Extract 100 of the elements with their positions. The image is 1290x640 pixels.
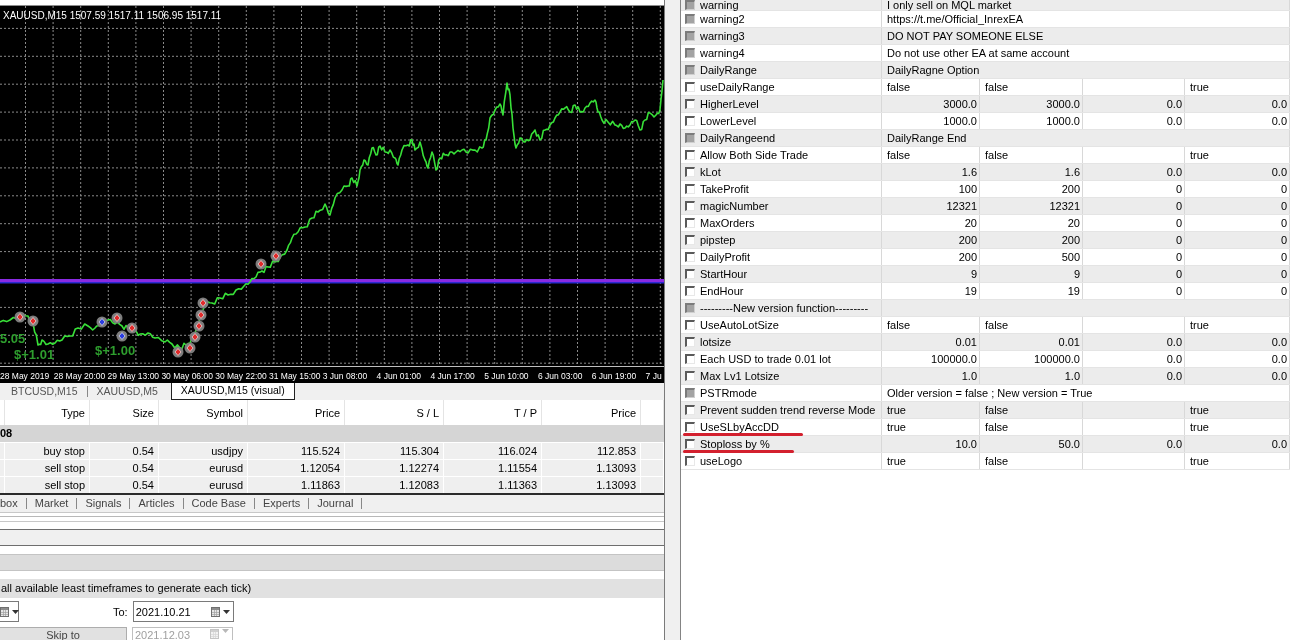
- parameter-name: useDailyRange: [700, 81, 775, 93]
- table-cell: 0: [1185, 215, 1290, 231]
- checkbox[interactable]: [685, 116, 695, 126]
- axis-label: 4 Jun 01:00: [376, 371, 421, 381]
- trade-marker-icon: [270, 250, 282, 262]
- parameter-name: Prevent sudden trend reverse Mode: [700, 404, 876, 416]
- trade-marker-icon: [111, 312, 123, 324]
- axis-label: 30 May 06:00: [161, 371, 213, 381]
- table-cell: 1.6: [882, 164, 980, 180]
- table-cell: 3000.0: [980, 96, 1083, 112]
- table-cell: 0.0: [1185, 334, 1290, 350]
- checkbox[interactable]: [685, 14, 695, 24]
- terminal-tab[interactable]: Code Base: [183, 495, 254, 512]
- table-cell: false: [980, 453, 1083, 469]
- checkbox[interactable]: [685, 371, 695, 381]
- checkbox[interactable]: [685, 167, 695, 177]
- parameter-name: Stoploss by %: [700, 438, 770, 450]
- terminal-tab[interactable]: Experts: [254, 495, 309, 512]
- checkbox[interactable]: [685, 48, 695, 58]
- table-cell: Older version = false ; New version = True: [882, 385, 1290, 401]
- table-cell: 200: [882, 232, 980, 248]
- model-dropdown[interactable]: all available least timeframes to generate each tick): [0, 579, 664, 598]
- caret-icon: [222, 609, 230, 614]
- checkbox[interactable]: [685, 235, 695, 245]
- parameter-name: useLogo: [700, 455, 743, 467]
- date-field[interactable]: [0, 601, 19, 622]
- table-cell: 1.0: [882, 368, 980, 384]
- checkbox[interactable]: [685, 303, 695, 313]
- table-cell: 0.01: [882, 334, 980, 350]
- table-cell: 3000.0: [882, 96, 980, 112]
- table-cell: DO NOT PAY SOMEONE ELSE: [882, 28, 1290, 44]
- checkbox[interactable]: [685, 99, 695, 109]
- checkbox[interactable]: [685, 337, 695, 347]
- table-cell: 0.0: [1185, 436, 1290, 452]
- parameter-name: Max Lv1 Lotsize: [700, 370, 780, 382]
- checkbox[interactable]: [685, 82, 695, 92]
- checkbox[interactable]: [685, 133, 695, 143]
- terminal-tab[interactable]: Journal: [309, 495, 362, 512]
- checkbox[interactable]: [685, 354, 695, 364]
- table-cell: 0: [1185, 198, 1290, 214]
- checkbox[interactable]: [685, 218, 695, 228]
- trade-marker-icon: [255, 258, 267, 270]
- terminal-tab[interactable]: Signals: [77, 495, 130, 512]
- input-field[interactable]: [0, 529, 664, 546]
- chart-tab[interactable]: XAUUSD,M15 (visual): [170, 383, 295, 400]
- table-cell: 12321: [980, 198, 1083, 214]
- axis-label: 28 May 2019: [0, 371, 50, 381]
- parameter-name: LowerLevel: [700, 115, 757, 127]
- table-cell: 12321: [882, 198, 980, 214]
- date-field[interactable]: 2021.10.21: [132, 601, 234, 622]
- table-cell: 1000.0: [882, 113, 980, 129]
- parameter-name: kLot: [700, 166, 721, 178]
- chart-tab[interactable]: XAUUSD,M5: [87, 383, 167, 400]
- table-cell: 0.0: [1185, 113, 1290, 129]
- table-cell: false: [980, 147, 1083, 163]
- table-cell: true: [1185, 147, 1290, 163]
- panel-splitter[interactable]: [664, 0, 680, 640]
- table-cell: true: [1185, 419, 1290, 435]
- checkbox[interactable]: [685, 456, 695, 466]
- checkbox[interactable]: [685, 65, 695, 75]
- caret-icon: [12, 609, 19, 614]
- terminal-tab[interactable]: box: [0, 495, 26, 512]
- table-cell: 0.0: [1083, 334, 1185, 350]
- table-cell: false: [980, 419, 1083, 435]
- table-cell: true: [1185, 453, 1290, 469]
- checkbox[interactable]: [685, 150, 695, 160]
- table-cell: 0.01: [980, 334, 1083, 350]
- table-cell: 1.11863: [248, 477, 345, 493]
- trade-marker-icon: [172, 346, 184, 358]
- parameter-name: StartHour: [700, 268, 748, 280]
- profit-label: $+1.01: [14, 347, 55, 362]
- axis-label: 6 Jun 03:00: [537, 371, 583, 381]
- table-cell: 0: [1083, 249, 1185, 265]
- table-cell: false: [882, 147, 980, 163]
- table-cell: true: [882, 402, 980, 418]
- table-cell: 0.54: [90, 477, 159, 493]
- checkbox[interactable]: [685, 439, 695, 449]
- checkbox[interactable]: [685, 252, 695, 262]
- checkbox[interactable]: [685, 320, 695, 330]
- checkbox[interactable]: [685, 0, 695, 10]
- table-cell: 9: [980, 266, 1083, 282]
- checkbox[interactable]: [685, 286, 695, 296]
- table-cell: 9: [882, 266, 980, 282]
- input-field[interactable]: [0, 554, 664, 571]
- table-cell: 0.0: [1185, 368, 1290, 384]
- table-cell: 200: [980, 232, 1083, 248]
- terminal-tab[interactable]: Market: [26, 495, 77, 512]
- chart-tab[interactable]: BTCUSD,M15: [2, 383, 87, 400]
- table-cell: 0.0: [1083, 436, 1185, 452]
- checkbox[interactable]: [685, 201, 695, 211]
- trade-marker-icon: [126, 322, 138, 334]
- checkbox[interactable]: [685, 184, 695, 194]
- checkbox[interactable]: [685, 405, 695, 415]
- terminal-tab[interactable]: Articles: [130, 495, 183, 512]
- checkbox[interactable]: [685, 31, 695, 41]
- checkbox[interactable]: [685, 269, 695, 279]
- checkbox[interactable]: [685, 388, 695, 398]
- parameter-name: UseAutoLotSize: [700, 319, 779, 331]
- checkbox[interactable]: [685, 422, 695, 432]
- table-cell: 100000.0: [882, 351, 980, 367]
